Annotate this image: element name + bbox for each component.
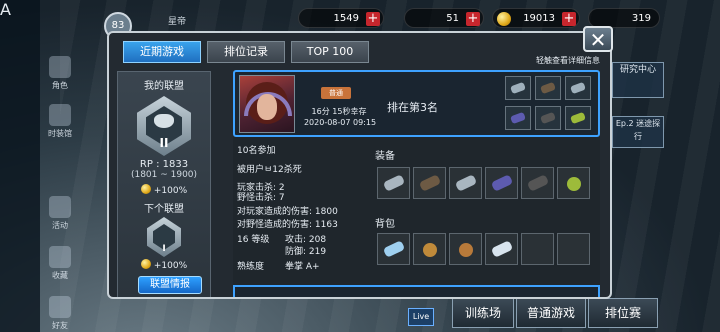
live-button[interactable]: Live [408, 308, 434, 326]
stat1-value: 1549 [333, 13, 359, 24]
equipment-slot[interactable] [449, 167, 482, 199]
equip-slot [535, 76, 561, 100]
character-portrait [239, 75, 295, 133]
equipment-slot[interactable] [413, 167, 446, 199]
stat2-counter: 51 + [404, 8, 484, 28]
rank-label: 星帝 [168, 17, 187, 27]
ranked-button[interactable]: 排位赛 [588, 298, 658, 328]
bag-slot[interactable] [485, 233, 518, 265]
stat1-counter: 1549 + [298, 8, 384, 28]
equipment-slot[interactable] [377, 167, 410, 199]
league-bonus-value: +100% [153, 186, 188, 196]
character-level: 16 等级 [237, 235, 270, 245]
bag-title: 背包 [375, 219, 395, 230]
gold-plus-button[interactable]: + [562, 12, 576, 26]
close-button[interactable]: ✕ [583, 26, 613, 52]
event-icon [49, 196, 71, 218]
sidebar-item-character[interactable]: 角色 [44, 56, 76, 91]
next-match-record-card[interactable] [233, 285, 600, 297]
killed-by: 被用户ㅂ12杀死 [237, 165, 302, 175]
energy-value: 319 [631, 13, 651, 24]
sidebar-item-label: 好友 [52, 321, 68, 330]
tab-top100[interactable]: TOP 100 [291, 41, 369, 63]
gold-counter: 19013 + [492, 8, 580, 28]
detail-hint: 轻触查看详细信息 [536, 56, 600, 65]
equip-slot [565, 106, 591, 130]
stat1-plus-button[interactable]: + [366, 12, 380, 26]
episode-card[interactable]: Ep.2 迷途探行 [612, 116, 664, 148]
friends-icon [49, 296, 71, 318]
stat2-plus-button[interactable]: + [466, 12, 480, 26]
equipment-title: 装备 [375, 151, 395, 162]
research-center-label: 研究中心 [619, 65, 656, 75]
sidebar-item-label: 时装馆 [48, 129, 72, 138]
monster-damage: 对野怪造成的伤害: 1163 [237, 220, 338, 230]
sidebar-item-label: 收藏 [52, 271, 68, 280]
sidebar-item-friends[interactable]: 好友 [44, 296, 76, 331]
game-mode-tag: 普通 [321, 87, 351, 99]
equip-slot [505, 106, 531, 130]
mastery-label: 熟练度 [237, 262, 265, 272]
sidebar-item-label: 活动 [52, 221, 68, 230]
player-damage: 对玩家造成的伤害: 1800 [237, 207, 338, 217]
equip-slot [505, 76, 531, 100]
league-info-button[interactable]: 联盟情报 [138, 276, 202, 294]
equip-slot [565, 76, 591, 100]
tab-ranked-records[interactable]: 排位记录 [207, 41, 285, 63]
next-league-bonus-value: +100% [153, 261, 188, 271]
sidebar-item-event[interactable]: 活动 [44, 196, 76, 231]
survive-time: 16分 15秒幸存 [311, 107, 367, 116]
wardrobe-icon [49, 104, 71, 126]
sidebar-item-wardrobe[interactable]: 时装馆 [44, 104, 76, 139]
bag-slot[interactable] [413, 233, 446, 265]
research-center-card[interactable]: 研究中心 [612, 62, 664, 98]
training-button[interactable]: 训练场 [452, 298, 514, 328]
sidebar-item-label: 角色 [52, 81, 68, 90]
coin-icon [140, 184, 151, 194]
episode-label: Ep.2 迷途探行 [615, 119, 661, 141]
sidebar-item-collection[interactable]: 收藏 [44, 246, 76, 281]
match-date: 2020-08-07 09:15 [303, 118, 377, 127]
bag-slot[interactable] [521, 233, 554, 265]
mastery-value: 拳掌 A+ [285, 262, 320, 272]
stat2-value: 51 [446, 13, 459, 24]
league-shield-icon: II [137, 96, 191, 156]
collection-icon [49, 246, 71, 268]
defense-stat: 防御: 219 [285, 247, 327, 257]
rp-range: (1801 ~ 1900) [130, 170, 198, 180]
next-league-title: 下个联盟 [144, 204, 184, 215]
rp-value: RP : 1833 [139, 159, 189, 170]
normal-game-button[interactable]: 普通游戏 [516, 298, 586, 328]
match-detail-panel: 10名参加 被用户ㅂ12杀死 玩家击杀: 2 野怪击杀: 7 对玩家造成的伤害:… [233, 137, 600, 293]
bag-slot[interactable] [557, 233, 590, 265]
my-league-title: 我的联盟 [144, 81, 184, 92]
bag-slot[interactable] [449, 233, 482, 265]
next-league-shield-icon: I [147, 217, 181, 257]
next-league-bonus: +100% [118, 259, 210, 271]
energy-counter: 319 [588, 8, 660, 28]
equipment-slot[interactable] [557, 167, 590, 199]
gold-coin-icon [497, 12, 511, 26]
record-modal: 近期游戏 排位记录 TOP 100 轻触查看详细信息 我的联盟 II RP : … [107, 31, 612, 299]
next-league-tier: I [162, 244, 166, 254]
match-record-card[interactable]: 普通 16分 15秒幸存 2020-08-07 09:15 排在第3名 [233, 70, 600, 137]
participants: 10名参加 [237, 146, 276, 156]
monster-kills: 野怪击杀: 7 [237, 193, 285, 203]
gold-value: 19013 [523, 13, 555, 24]
league-tier: II [159, 136, 169, 150]
equipment-slot[interactable] [521, 167, 554, 199]
equipment-slot[interactable] [485, 167, 518, 199]
placement: 排在第3名 [387, 101, 438, 114]
bag-slot[interactable] [377, 233, 410, 265]
app-logo-icon[interactable]: A [0, 0, 40, 332]
league-panel: 我的联盟 II RP : 1833 (1801 ~ 1900) +100% 下个… [117, 71, 211, 297]
coin-icon [140, 259, 151, 269]
character-icon [49, 56, 71, 78]
equip-slot [535, 106, 561, 130]
league-bonus: +100% [118, 184, 210, 196]
tab-recent-games[interactable]: 近期游戏 [123, 41, 201, 63]
